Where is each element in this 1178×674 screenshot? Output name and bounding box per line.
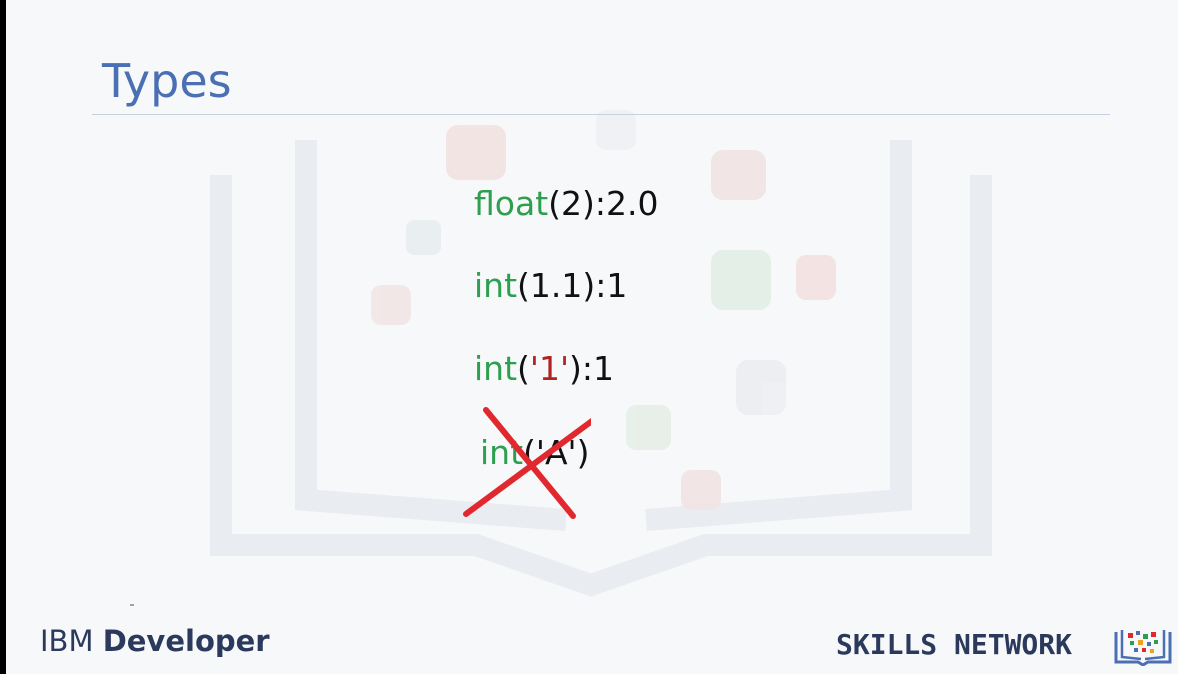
ibm-developer-logo: IBM Developer <box>40 624 270 658</box>
string-literal: '1' <box>529 349 570 388</box>
example-rest: (1.1):1 <box>517 266 628 305</box>
example-int-float: int(1.1):1 <box>474 266 627 305</box>
slide-title: Types <box>102 54 232 108</box>
slide: Types float(2):2.0 int(1.1):1 int('1'):1… <box>6 0 1178 674</box>
brand-bold: Developer <box>102 624 270 658</box>
skills-network-wordmark: SKILLS NETWORK <box>836 628 1073 661</box>
example-rest: (2):2.0 <box>548 184 659 223</box>
example-rest: ):1 <box>569 349 615 388</box>
function-name: int <box>474 266 518 305</box>
brand-light: IBM <box>40 624 94 658</box>
example-float: float(2):2.0 <box>474 184 658 223</box>
example-int-string: int('1'):1 <box>474 349 614 388</box>
title-divider <box>92 114 1110 115</box>
paren-open: ( <box>517 349 530 388</box>
function-name: int <box>474 349 518 388</box>
skills-network-logo <box>1114 630 1172 666</box>
speck <box>130 604 134 606</box>
function-name: float <box>474 184 549 223</box>
x-mark-icon <box>463 407 591 519</box>
